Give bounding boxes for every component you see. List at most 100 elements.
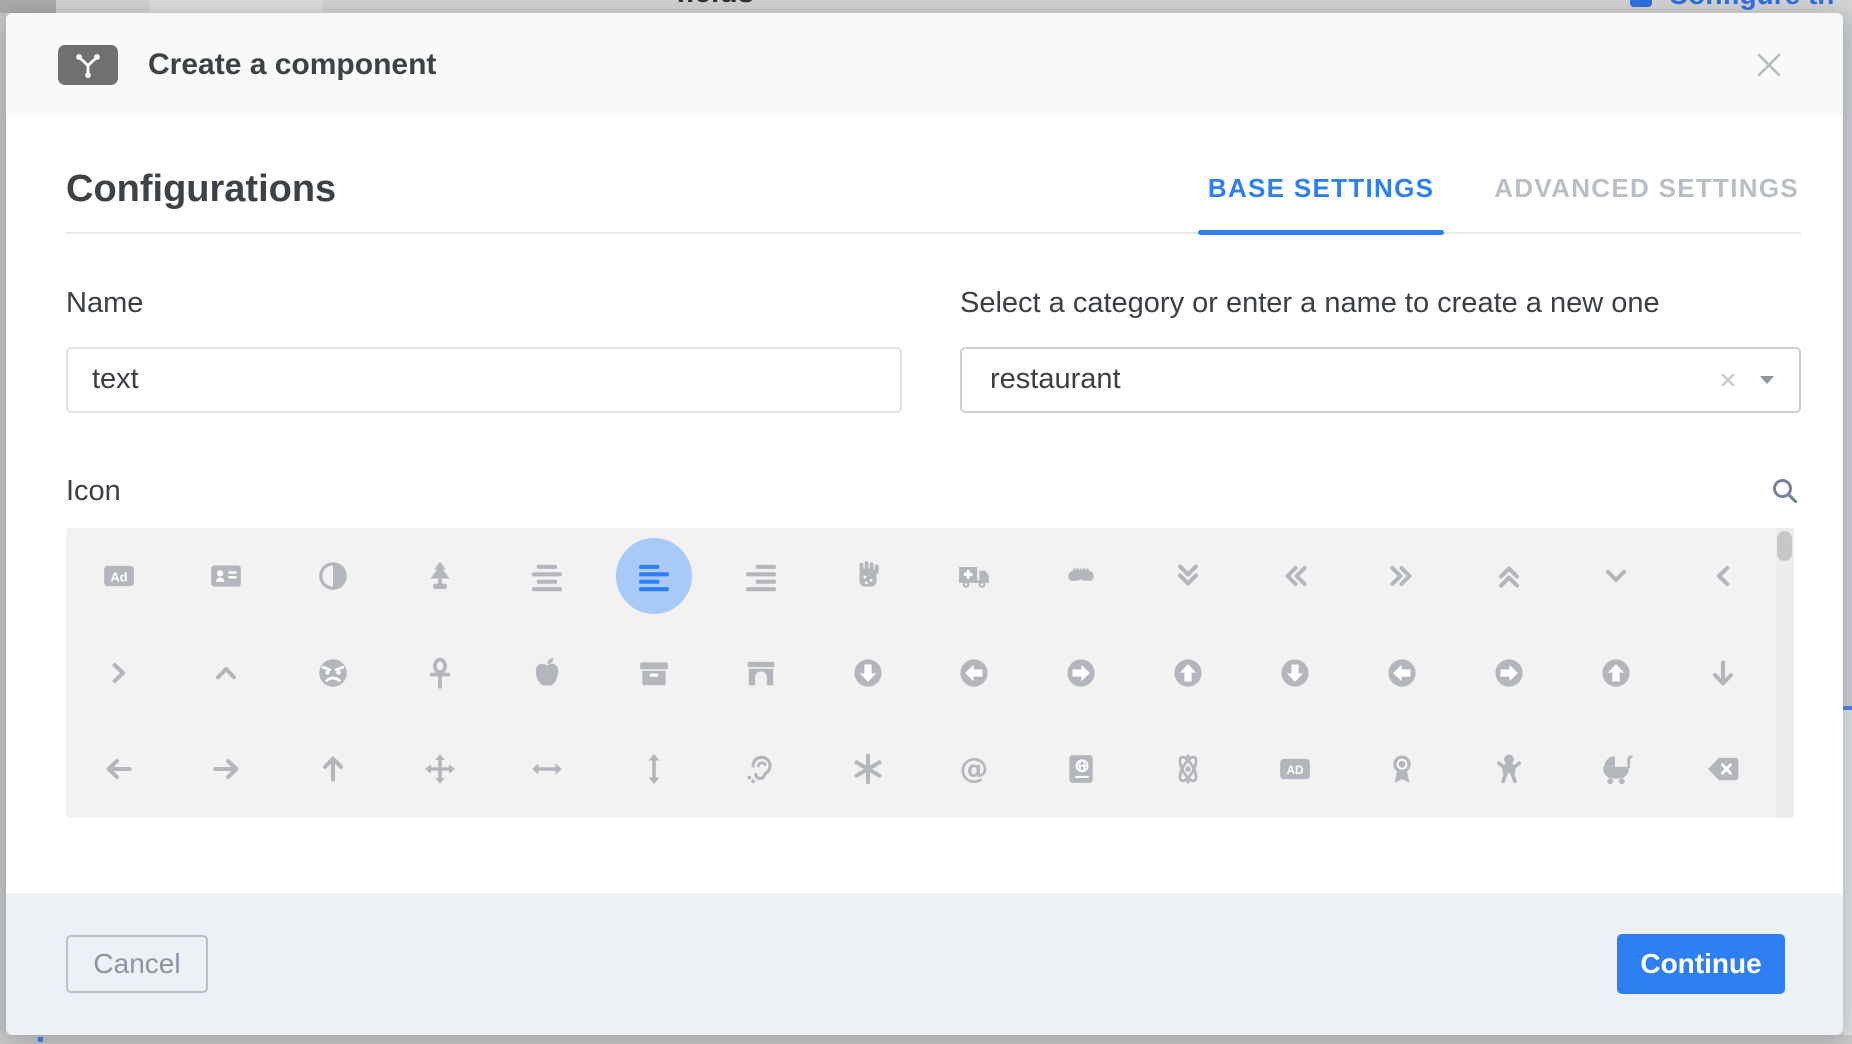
backspace-icon bbox=[1706, 752, 1740, 786]
name-input[interactable] bbox=[92, 363, 876, 396]
scrollbar-thumb[interactable] bbox=[1777, 531, 1792, 561]
arrow-up-icon bbox=[316, 752, 350, 786]
ankh-icon bbox=[423, 656, 457, 690]
icon-grid-item-asterisk[interactable] bbox=[814, 721, 921, 818]
icon-grid-item-american-sign-language-interpreting[interactable] bbox=[1028, 528, 1135, 625]
icon-grid-item-air-freshener[interactable] bbox=[387, 528, 494, 625]
close-icon[interactable] bbox=[1751, 47, 1787, 83]
arrow-alt-circle-up-icon bbox=[1171, 656, 1205, 690]
name-field-label: Name bbox=[66, 286, 902, 321]
icon-grid-item-angle-left[interactable] bbox=[1669, 528, 1776, 625]
icon-grid-item-angle-up[interactable] bbox=[173, 624, 280, 721]
air-freshener-icon bbox=[423, 559, 457, 593]
settings-tabs: BASE SETTINGS ADVANCED SETTINGS bbox=[1206, 173, 1801, 232]
archway-icon bbox=[744, 656, 778, 690]
icon-grid-item-atom[interactable] bbox=[1135, 721, 1242, 818]
icon-grid-item-arrow-up[interactable] bbox=[280, 721, 387, 818]
background-fragment bbox=[1630, 0, 1652, 7]
category-field-group: Select a category or enter a name to cre… bbox=[960, 286, 1801, 413]
icon-grid-item-baby[interactable] bbox=[1455, 721, 1562, 818]
angry-icon bbox=[316, 656, 350, 690]
icon-grid-item-assistive-listening-systems[interactable] bbox=[707, 721, 814, 818]
icon-grid-item-ambulance[interactable] bbox=[921, 528, 1028, 625]
icon-grid-item-arrow-right[interactable] bbox=[173, 721, 280, 818]
align-center-icon bbox=[530, 559, 564, 593]
icon-grid-item-award[interactable] bbox=[1349, 721, 1456, 818]
icon-grid-item-allergies[interactable] bbox=[814, 528, 921, 625]
heading-row: Configurations BASE SETTINGS ADVANCED SE… bbox=[66, 170, 1801, 234]
icon-grid-item-angle-double-right[interactable] bbox=[1349, 528, 1456, 625]
tab-base-settings[interactable]: BASE SETTINGS bbox=[1206, 173, 1436, 232]
icon-grid-item-arrow-circle-down[interactable] bbox=[1242, 624, 1349, 721]
arrow-circle-left-icon bbox=[1385, 656, 1419, 690]
icon-grid-item-apple-alt[interactable] bbox=[494, 624, 601, 721]
icon-grid-item-align-center[interactable] bbox=[494, 528, 601, 625]
cancel-button[interactable]: Cancel bbox=[66, 935, 208, 993]
icon-grid-item-arrows-alt[interactable] bbox=[387, 721, 494, 818]
angle-up-icon bbox=[209, 656, 243, 690]
arrow-alt-circle-right-icon bbox=[1064, 656, 1098, 690]
icon-grid-item-angle-double-up[interactable] bbox=[1455, 528, 1562, 625]
icon-grid-item-arrow-circle-left[interactable] bbox=[1349, 624, 1456, 721]
icon-grid-item-angle-double-down[interactable] bbox=[1135, 528, 1242, 625]
icon-grid-item-arrow-alt-circle-up[interactable] bbox=[1135, 624, 1242, 721]
continue-button[interactable]: Continue bbox=[1617, 934, 1785, 994]
svg-text:Ad: Ad bbox=[111, 569, 128, 584]
arrow-left-icon bbox=[102, 752, 136, 786]
icon-grid-item-audio-description[interactable]: AD bbox=[1242, 721, 1349, 818]
icon-grid-item-ankh[interactable] bbox=[387, 624, 494, 721]
icon-grid-scrollbar[interactable] bbox=[1776, 528, 1794, 818]
icon-picker-section: Icon Ad @ AD bbox=[66, 475, 1801, 818]
baby-icon bbox=[1492, 752, 1526, 786]
apple-alt-icon bbox=[530, 656, 564, 690]
icon-grid-item-arrow-alt-circle-right[interactable] bbox=[1028, 624, 1135, 721]
background-fragment bbox=[38, 1037, 43, 1042]
icon-grid-item-align-right[interactable] bbox=[707, 528, 814, 625]
icon-grid-item-arrow-circle-up[interactable] bbox=[1562, 624, 1669, 721]
icon-grid-item-address-card[interactable] bbox=[173, 528, 280, 625]
name-input-box bbox=[66, 347, 902, 413]
icon-grid-item-angry[interactable] bbox=[280, 624, 387, 721]
icon-grid-item-ad[interactable]: Ad bbox=[66, 528, 173, 625]
arrows-alt-icon bbox=[423, 752, 457, 786]
search-icon[interactable] bbox=[1769, 475, 1801, 507]
angle-double-left-icon bbox=[1278, 559, 1312, 593]
icon-grid-item-adjust[interactable] bbox=[280, 528, 387, 625]
caret-down-icon[interactable] bbox=[1757, 373, 1777, 387]
icon-grid-item-archive[interactable] bbox=[600, 624, 707, 721]
icon-grid-item-atlas[interactable] bbox=[1028, 721, 1135, 818]
category-select[interactable]: restaurant bbox=[960, 347, 1801, 413]
icon-grid-item-archway[interactable] bbox=[707, 624, 814, 721]
icon-picker-label: Icon bbox=[66, 475, 121, 508]
icon-grid-item-arrow-alt-circle-left[interactable] bbox=[921, 624, 1028, 721]
audio-description-icon: AD bbox=[1278, 752, 1312, 786]
icon-grid-item-baby-carriage[interactable] bbox=[1562, 721, 1669, 818]
address-card-icon bbox=[209, 559, 243, 593]
component-branch-icon bbox=[58, 45, 118, 85]
icon-grid-item-arrow-down[interactable] bbox=[1669, 624, 1776, 721]
archive-icon bbox=[637, 656, 671, 690]
icon-grid-item-arrows-alt-h[interactable] bbox=[494, 721, 601, 818]
icon-grid-item-angle-right[interactable] bbox=[66, 624, 173, 721]
icon-grid-item-angle-down[interactable] bbox=[1562, 528, 1669, 625]
arrow-down-icon bbox=[1706, 656, 1740, 690]
icon-grid-item-angle-double-left[interactable] bbox=[1242, 528, 1349, 625]
icon-grid-item-backspace[interactable] bbox=[1669, 721, 1776, 818]
category-selected-value: restaurant bbox=[990, 363, 1719, 396]
modal-title: Create a component bbox=[148, 48, 436, 82]
icon-grid-item-arrow-circle-right[interactable] bbox=[1455, 624, 1562, 721]
icon-grid-item-arrows-alt-v[interactable] bbox=[600, 721, 707, 818]
page-title: Configurations bbox=[66, 170, 336, 232]
icon-picker-header: Icon bbox=[66, 475, 1801, 508]
background-page-bottom bbox=[0, 1035, 1852, 1044]
icon-grid-item-align-left[interactable] bbox=[600, 528, 707, 625]
icon-grid-item-arrow-alt-circle-down[interactable] bbox=[814, 624, 921, 721]
angle-double-down-icon bbox=[1171, 559, 1205, 593]
clear-x-icon[interactable] bbox=[1719, 371, 1737, 389]
assistive-listening-systems-icon bbox=[744, 752, 778, 786]
icon-grid-item-arrow-left[interactable] bbox=[66, 721, 173, 818]
tab-advanced-settings[interactable]: ADVANCED SETTINGS bbox=[1492, 173, 1801, 232]
background-page-heading-fragment: fields bbox=[676, 0, 754, 10]
atlas-icon bbox=[1064, 752, 1098, 786]
icon-grid-item-at[interactable]: @ bbox=[921, 721, 1028, 818]
